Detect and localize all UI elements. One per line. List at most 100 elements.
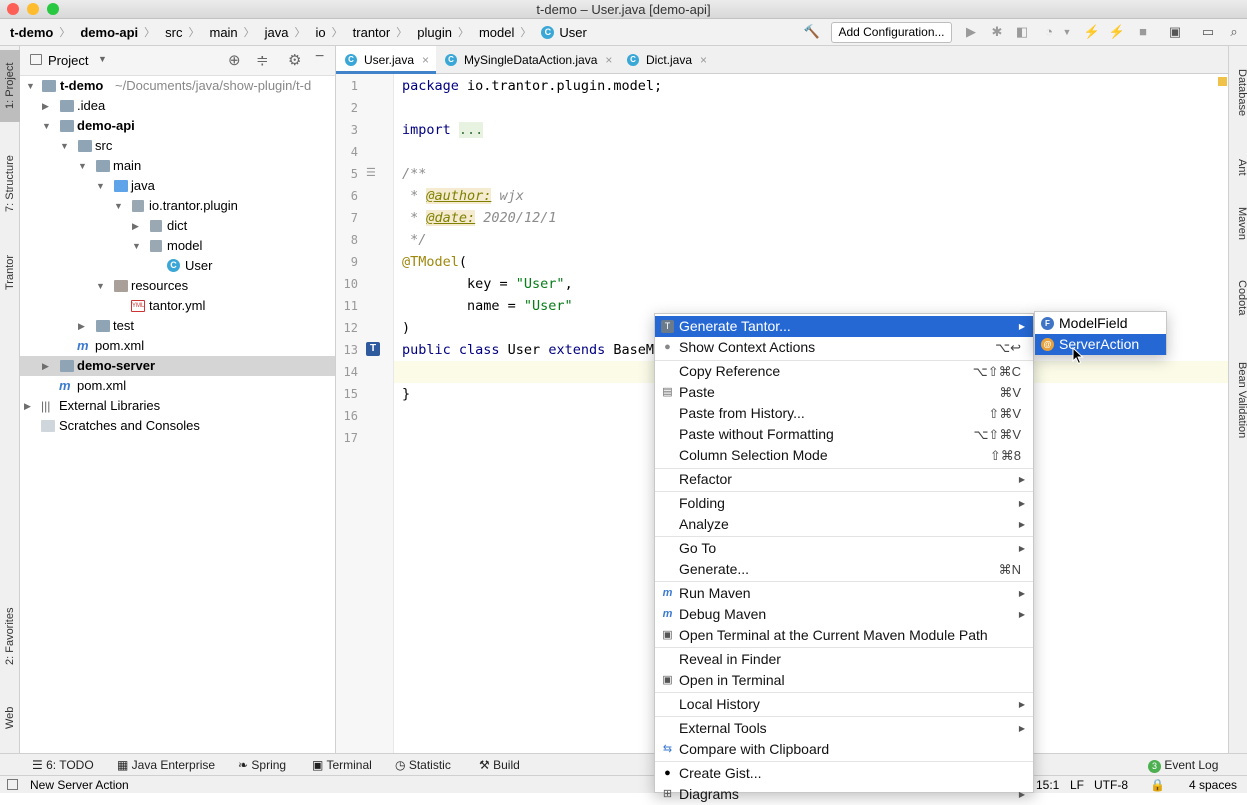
favorites-tool-tab[interactable]: 2: Favorites — [0, 596, 20, 676]
breadcrumb-java[interactable]: java 〉 — [255, 19, 306, 46]
close-tab-icon[interactable]: × — [422, 53, 429, 67]
java-enterprise-tool-button[interactable]: ▦ Java Enterprise — [117, 754, 215, 776]
submenu-item-modelfield[interactable]: F ModelField — [1035, 313, 1166, 334]
event-log-tool-button[interactable]: 3 Event Log — [1148, 754, 1218, 776]
tree-item-t-demo[interactable]: ▼ t-demo ~/Documents/java/show-plugin/t-… — [20, 76, 335, 96]
expanded-arrow-icon[interactable]: ▼ — [132, 236, 142, 256]
collapsed-arrow-icon[interactable]: ▶ — [78, 316, 88, 336]
breadcrumb-model[interactable]: model 〉 — [469, 19, 531, 46]
indent-setting[interactable]: 4 spaces — [1189, 776, 1237, 794]
database-tool-tab[interactable]: Database — [1229, 58, 1247, 128]
menu-item-go-to[interactable]: Go To ▶ — [655, 538, 1033, 559]
tree-item-scratches[interactable]: Scratches and Consoles — [20, 416, 335, 436]
tree-item-model[interactable]: ▼ model — [20, 236, 335, 256]
menu-item-diagrams[interactable]: ⊞ Diagrams ▶ — [655, 784, 1033, 805]
collapsed-arrow-icon[interactable]: ▶ — [42, 356, 52, 376]
project-view-selector[interactable]: Project — [48, 53, 88, 68]
breadcrumb-plugin[interactable]: plugin 〉 — [407, 19, 469, 46]
locate-file-icon[interactable]: ⊕ — [228, 51, 241, 69]
expanded-arrow-icon[interactable]: ▼ — [60, 136, 70, 156]
add-configuration-button[interactable]: Add Configuration... — [831, 22, 952, 43]
collapsed-arrow-icon[interactable]: ▶ — [24, 396, 34, 416]
lock-icon[interactable]: 🔒 — [1150, 776, 1165, 794]
terminal-tool-button[interactable]: ▣ Terminal — [312, 754, 372, 776]
expanded-arrow-icon[interactable]: ▼ — [78, 156, 88, 176]
close-tab-icon[interactable]: × — [605, 53, 612, 67]
menu-item-compare-with-clipboard[interactable]: ⇆ Compare with Clipboard — [655, 739, 1033, 760]
breadcrumb-tantor[interactable]: trantor 〉 — [343, 19, 408, 46]
tree-item-demo-api[interactable]: ▼ demo-api — [20, 116, 335, 136]
tree-item-main[interactable]: ▼ main — [20, 156, 335, 176]
todo-tool-button[interactable]: ☰ 6: TODO — [32, 754, 94, 776]
toggle-tool-windows-icon[interactable] — [7, 779, 18, 790]
menu-item-paste-without-formatting[interactable]: Paste without Formatting ⌥⇧⌘V — [655, 424, 1033, 445]
menu-item-paste[interactable]: ▤ Paste ⌘V — [655, 382, 1033, 403]
menu-item-open-in-terminal[interactable]: ▣ Open in Terminal — [655, 670, 1033, 691]
trantor-tool-tab[interactable]: Trantor — [0, 242, 20, 302]
breadcrumb-demo-api[interactable]: demo-api 〉 — [70, 19, 155, 46]
structure-tool-tab[interactable]: 7: Structure — [0, 142, 20, 226]
collapsed-arrow-icon[interactable]: ▶ — [42, 96, 52, 116]
web-tool-tab[interactable]: Web — [0, 698, 20, 738]
line-separator[interactable]: LF — [1070, 776, 1084, 794]
menu-item-copy-reference[interactable]: Copy Reference ⌥⇧⌘C — [655, 361, 1033, 382]
bean-validation-tool-tab[interactable]: Bean Validation — [1229, 350, 1247, 450]
stop-icon[interactable]: ■ — [1134, 23, 1152, 41]
menu-item-local-history[interactable]: Local History ▶ — [655, 694, 1033, 715]
breadcrumb-main[interactable]: main 〉 — [199, 19, 254, 46]
maven-tool-tab[interactable]: Maven — [1229, 196, 1247, 252]
tree-item-resources[interactable]: ▼ resources — [20, 276, 335, 296]
close-tab-icon[interactable]: × — [700, 53, 707, 67]
breadcrumb-t-demo[interactable]: t-demo 〉 — [0, 19, 70, 46]
menu-item-refactor[interactable]: Refactor ▶ — [655, 469, 1033, 490]
menu-item-debug-maven[interactable]: m Debug Maven ▶ — [655, 604, 1033, 625]
breadcrumb-user[interactable]: C User — [531, 19, 587, 46]
file-encoding[interactable]: UTF-8 — [1094, 776, 1128, 794]
menu-item-create-gist[interactable]: ● Create Gist... — [655, 763, 1033, 784]
tree-item-external-libraries[interactable]: ▶ ||| External Libraries — [20, 396, 335, 416]
menu-item-generate[interactable]: Generate... ⌘N — [655, 559, 1033, 580]
build-hammer-icon[interactable]: 🔨 — [803, 23, 821, 41]
codota-tool-tab[interactable]: Codota — [1229, 270, 1247, 326]
hide-panel-icon[interactable]: − — [315, 48, 324, 66]
tree-item-io-tantor-plugin[interactable]: ▼ io.trantor.plugin — [20, 196, 335, 216]
trantor-gutter-icon[interactable]: T — [366, 342, 380, 356]
gear-icon[interactable]: ⚙ — [288, 51, 301, 69]
statistic-tool-button[interactable]: ◷ Statistic — [395, 754, 451, 776]
tab-mysingledataaction-java[interactable]: C MySingleDataAction.java × — [436, 46, 618, 74]
ant-tool-tab[interactable]: Ant — [1229, 152, 1247, 182]
collapsed-arrow-icon[interactable]: ▶ — [132, 216, 142, 236]
tree-item-tantor-yml[interactable]: YML tantor.yml — [20, 296, 335, 316]
menu-item-run-maven[interactable]: m Run Maven ▶ — [655, 583, 1033, 604]
zoom-window-button[interactable] — [47, 3, 59, 15]
warning-marker-icon[interactable] — [1218, 77, 1227, 86]
menu-item-reveal-in-finder[interactable]: Reveal in Finder — [655, 649, 1033, 670]
tree-item-pom-api[interactable]: m pom.xml — [20, 336, 335, 356]
menu-item-external-tools[interactable]: External Tools ▶ — [655, 718, 1033, 739]
menu-item-paste-from-history[interactable]: Paste from History... ⇧⌘V — [655, 403, 1033, 424]
submenu-item-serveraction[interactable]: @ ServerAction — [1035, 334, 1166, 355]
menu-item-column-selection-mode[interactable]: Column Selection Mode ⇧⌘8 — [655, 445, 1033, 466]
profile-dropdown-icon[interactable]: ▼ — [1058, 23, 1076, 41]
minimize-window-button[interactable] — [27, 3, 39, 15]
run-icon[interactable]: ▶ — [962, 23, 980, 41]
project-tool-tab[interactable]: 1: Project — [0, 50, 20, 122]
breadcrumb-io[interactable]: io 〉 — [306, 19, 343, 46]
coverage-icon[interactable]: ◧ — [1013, 23, 1031, 41]
expanded-arrow-icon[interactable]: ▼ — [96, 276, 106, 296]
chevron-down-icon[interactable]: ▼ — [98, 54, 107, 64]
expanded-arrow-icon[interactable]: ▼ — [114, 196, 124, 216]
comment-render-icon[interactable]: ☰ — [366, 166, 376, 179]
tab-user-java[interactable]: C User.java × — [336, 46, 436, 74]
tree-item-idea[interactable]: ▶ .idea — [20, 96, 335, 116]
terminal-window-icon[interactable]: ▭ — [1199, 23, 1217, 41]
menu-item-open-terminal-maven[interactable]: ▣ Open Terminal at the Current Maven Mod… — [655, 625, 1033, 646]
debug-icon[interactable]: ✱ — [988, 23, 1006, 41]
search-icon[interactable]: ⌕ — [1225, 23, 1243, 41]
tree-item-dict[interactable]: ▶ dict — [20, 216, 335, 236]
tree-item-src[interactable]: ▼ src — [20, 136, 335, 156]
tree-item-java[interactable]: ▼ java — [20, 176, 335, 196]
spring-tool-button[interactable]: ❧ Spring — [238, 754, 286, 776]
update-icon[interactable]: ⚡ — [1108, 23, 1126, 41]
expanded-arrow-icon[interactable]: ▼ — [42, 116, 52, 136]
